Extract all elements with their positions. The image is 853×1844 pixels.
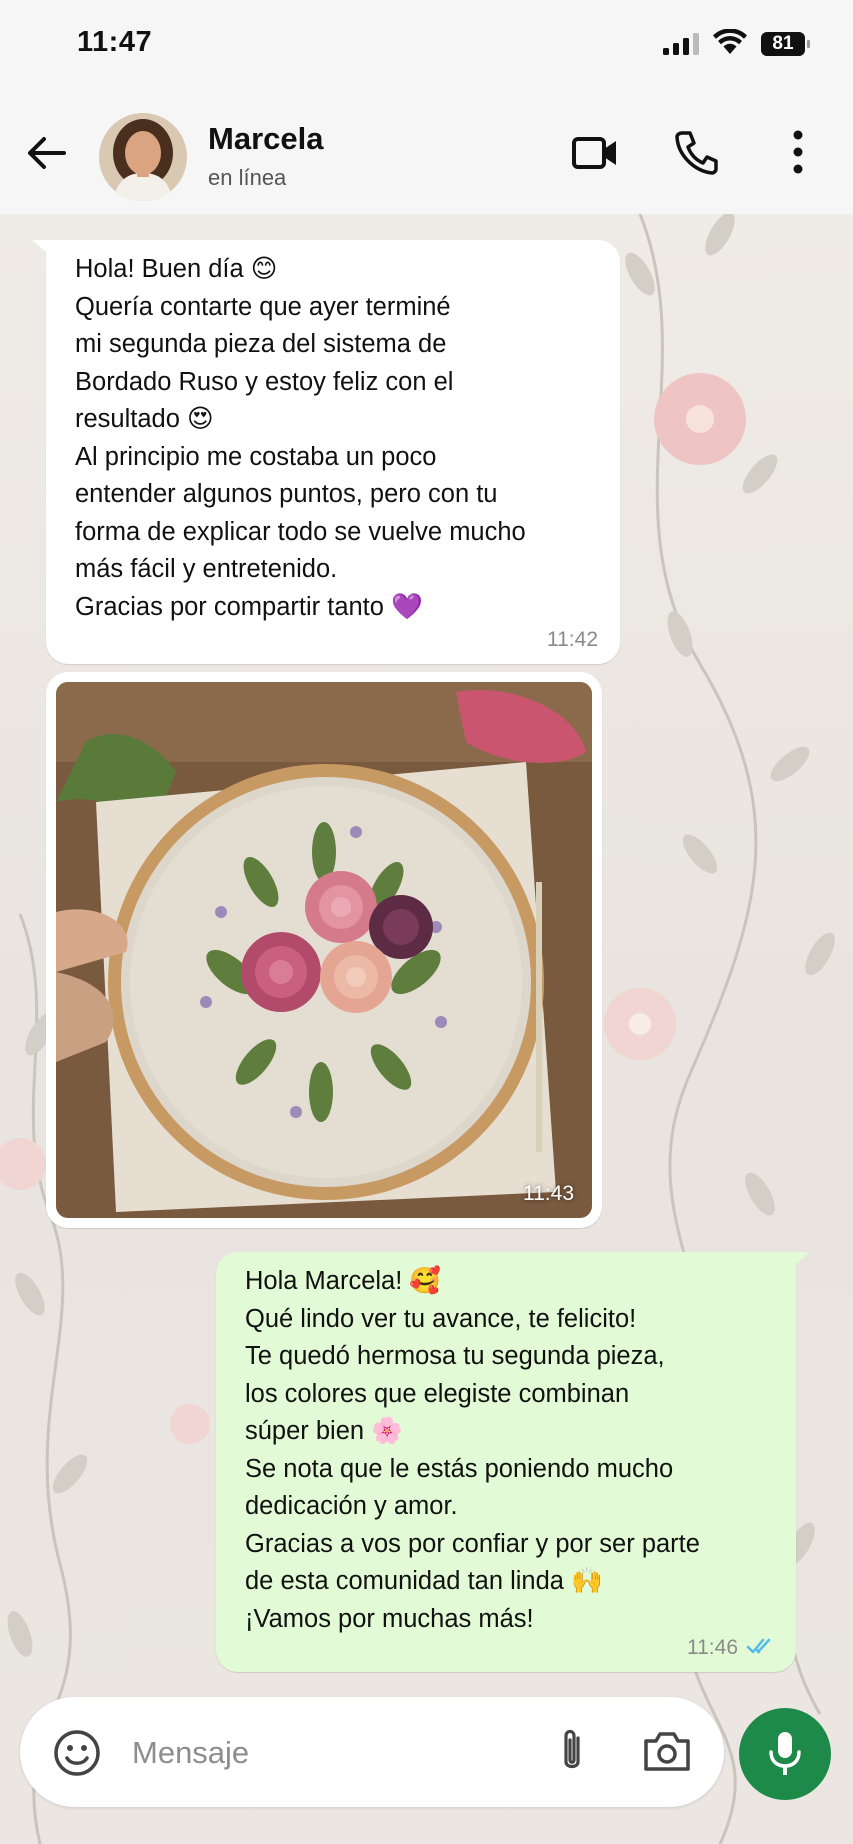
mic-button[interactable] (739, 1708, 831, 1800)
message-text: Hola! Buen día 😊 Quería contarte que aye… (75, 255, 526, 621)
message-text: Hola Marcela! 🥰 Qué lindo ver tu avance,… (245, 1267, 700, 1633)
message-input[interactable] (130, 1727, 534, 1779)
mic-icon (769, 1732, 801, 1775)
attach-icon[interactable] (550, 1726, 594, 1778)
message-time: 11:42 (547, 628, 598, 651)
emoji-icon[interactable] (53, 1729, 101, 1777)
chat-header: Marcela en línea (0, 95, 853, 214)
contact-name[interactable]: Marcela (208, 121, 323, 157)
contact-status: en línea (208, 165, 287, 190)
message-composer (20, 1697, 724, 1807)
more-vertical-icon[interactable] (784, 129, 812, 175)
message-bubble-outgoing[interactable]: Hola Marcela! 🥰 Qué lindo ver tu avance,… (216, 1252, 810, 1672)
status-bar: 11:47 81 (0, 0, 853, 95)
message-time: 11:46 (687, 1636, 738, 1659)
message-bubble-incoming[interactable]: Hola! Buen día 😊 Quería contarte que aye… (32, 240, 620, 664)
image-message-bubble[interactable]: 11:43 (46, 672, 602, 1228)
phone-icon[interactable] (674, 129, 718, 175)
read-ticks-icon (746, 1638, 771, 1654)
status-time: 11:47 (77, 26, 153, 58)
video-call-icon[interactable] (571, 131, 619, 175)
wifi-icon (713, 29, 747, 54)
battery-level: 81 (772, 33, 794, 54)
camera-icon[interactable] (642, 1727, 692, 1775)
battery-icon: 81 (761, 32, 811, 56)
back-arrow-icon[interactable] (24, 131, 68, 175)
embroidery-photo[interactable]: 11:43 (56, 682, 592, 1218)
image-time: 11:43 (523, 1182, 574, 1205)
contact-avatar[interactable] (99, 113, 187, 201)
signal-icon (663, 33, 699, 55)
